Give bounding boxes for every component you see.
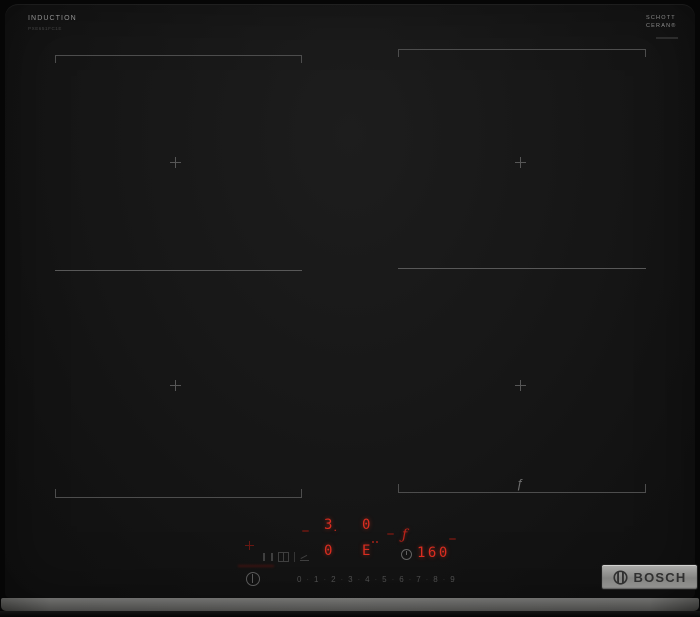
timer-clock-icon[interactable]	[401, 549, 412, 560]
slider-dot: ·	[374, 574, 378, 584]
frying-sensor-zone-icon: ƒ	[516, 476, 524, 491]
slider-dot: ·	[425, 574, 429, 584]
zone-center-mark	[515, 157, 526, 168]
slider-dot: ·	[306, 574, 310, 584]
residual-heat-indicator-icon	[245, 541, 254, 550]
slider-level-0[interactable]: 0	[297, 575, 301, 584]
bottom-shadow	[0, 611, 700, 617]
slider-dot: ·	[357, 574, 361, 584]
decimal-dot: .	[332, 524, 338, 534]
slider-level-9[interactable]: 9	[450, 575, 454, 584]
flex-zone-divider-left	[55, 270, 302, 271]
led-reflection	[238, 565, 274, 567]
slider-level-1[interactable]: 1	[314, 575, 318, 584]
induction-cooktop: INDUCTION PXE651FC1E SCHOTT CERAN® ƒ 3. …	[0, 0, 700, 617]
bosch-logo-plaque: BOSCH	[601, 564, 698, 590]
induction-label: INDUCTION	[28, 15, 77, 22]
slider-dot: ·	[340, 574, 344, 584]
zone-center-mark	[170, 157, 181, 168]
bosch-armature-icon	[612, 569, 628, 585]
dim-segment-timer	[449, 538, 456, 540]
slider-dot: ·	[408, 574, 412, 584]
slider-level-8[interactable]: 8	[433, 575, 437, 584]
schott-line: SCHOTT	[646, 15, 676, 21]
dim-segment-right	[387, 533, 394, 535]
zone-center-mark	[170, 380, 181, 391]
slider-level-3[interactable]: 3	[348, 575, 352, 584]
slider-level-6[interactable]: 6	[399, 575, 403, 584]
slider-level-7[interactable]: 7	[416, 575, 420, 584]
display-superscript-marks	[372, 541, 374, 543]
display-rear-right[interactable]: 0	[362, 518, 370, 532]
slider-dot: ·	[391, 574, 395, 584]
glass-ceramic-surface	[5, 4, 695, 598]
flex-zone-key-icon[interactable]	[278, 551, 289, 562]
slider-dot: ·	[442, 574, 446, 584]
metal-front-trim	[1, 598, 699, 611]
schott-fine-print	[656, 37, 678, 39]
power-level-slider[interactable]: 0 · 1 · 2 · 3 · 4 · 5 · 6 · 7 · 8 · 9	[297, 573, 455, 585]
function-key-row	[263, 551, 309, 562]
flex-zone-divider-right	[398, 268, 646, 269]
wipe-protection-key-icon[interactable]	[300, 552, 309, 561]
bosch-logo-text: BOSCH	[633, 569, 687, 585]
key-divider	[294, 551, 295, 562]
zone-center-mark	[515, 380, 526, 391]
timer-display[interactable]: 160	[417, 546, 450, 560]
slider-level-2[interactable]: 2	[331, 575, 335, 584]
frying-sensor-icon[interactable]: ƒ	[402, 527, 407, 543]
slider-level-5[interactable]: 5	[382, 575, 386, 584]
slider-level-4[interactable]: 4	[365, 575, 369, 584]
pause-key-icon[interactable]	[263, 552, 273, 561]
model-number: PXE651FC1E	[28, 26, 63, 31]
display-front-right[interactable]: E	[362, 544, 370, 558]
ceran-line: CERAN®	[646, 22, 677, 29]
schott-ceran-logo: SCHOTT CERAN®	[646, 15, 677, 30]
display-rear-left[interactable]: 3.	[324, 518, 338, 536]
dim-segment-left	[302, 530, 309, 532]
power-button[interactable]	[246, 572, 260, 586]
display-front-left[interactable]: 0	[324, 544, 332, 558]
slider-dot: ·	[323, 574, 327, 584]
